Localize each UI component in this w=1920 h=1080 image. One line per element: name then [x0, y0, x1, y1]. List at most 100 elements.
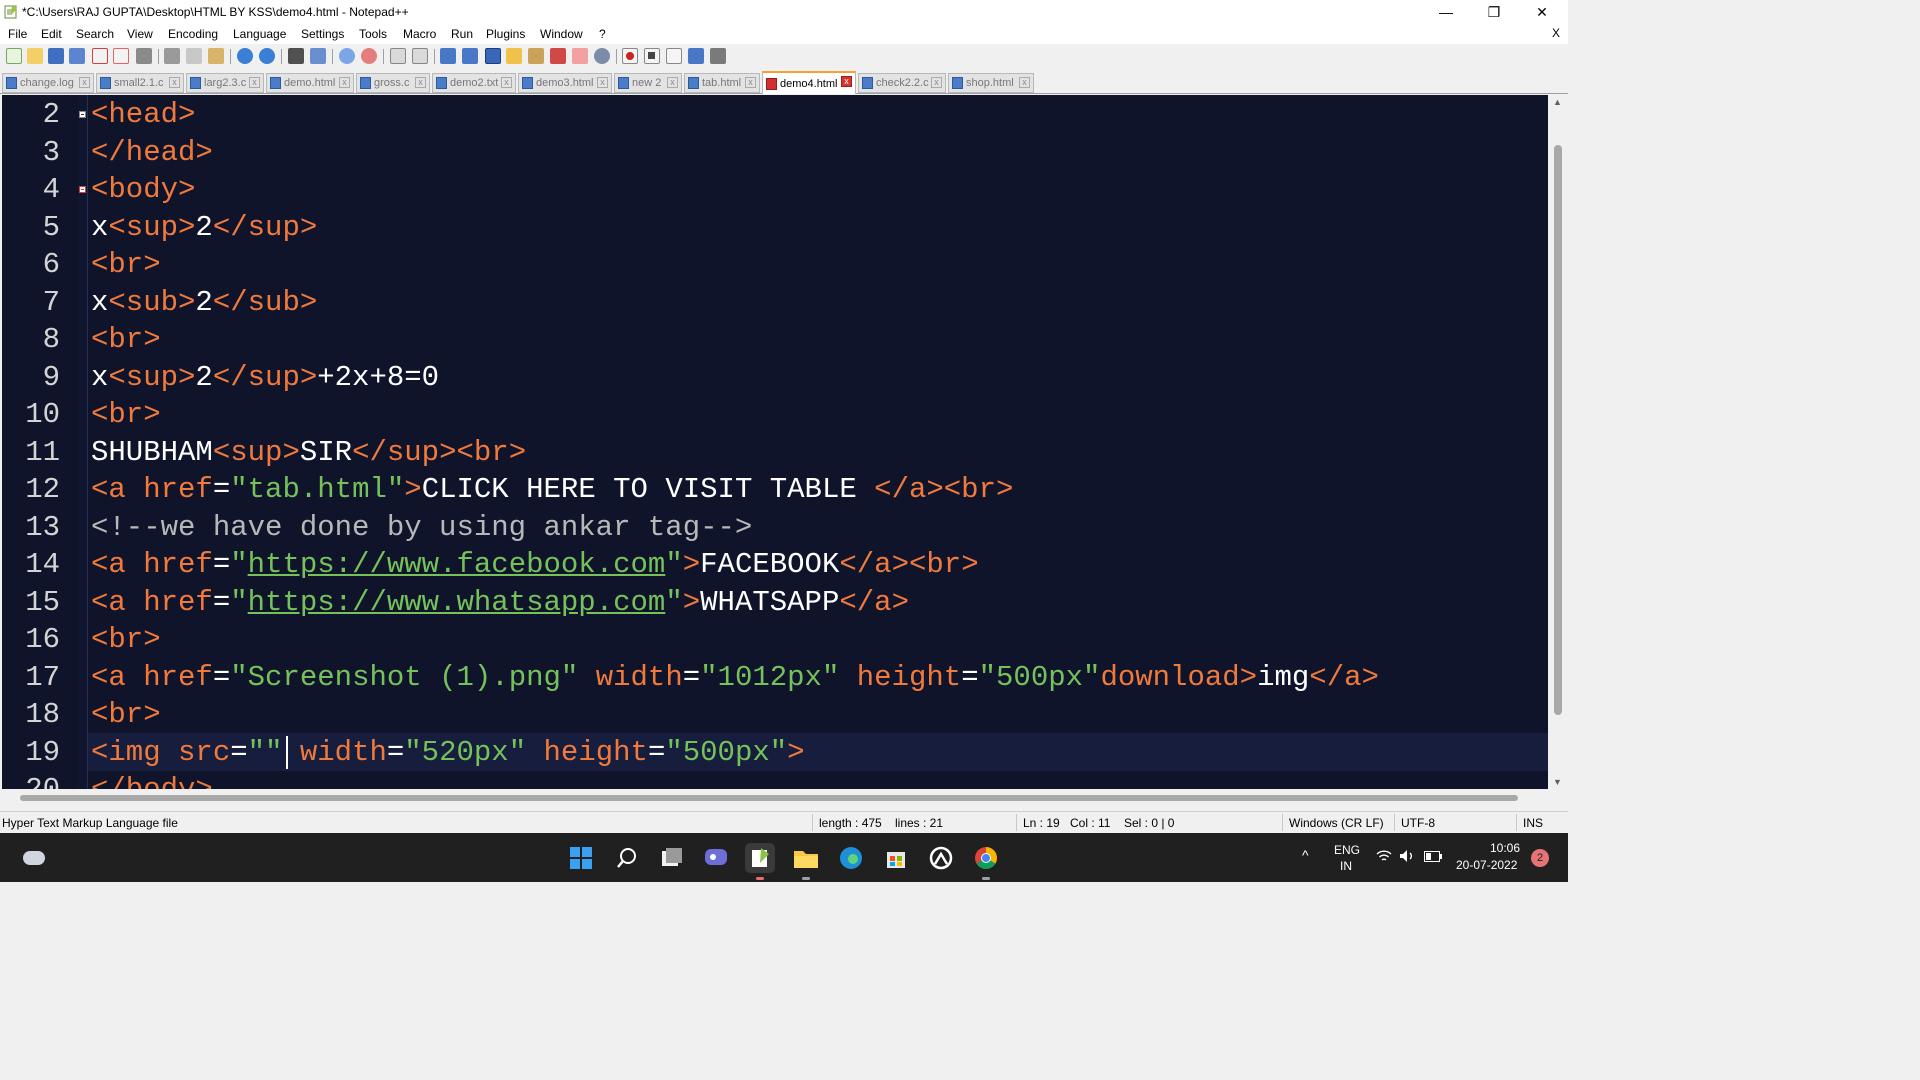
- menu-language[interactable]: Language: [233, 27, 286, 41]
- cut-icon[interactable]: [164, 48, 180, 64]
- document-map-icon[interactable]: [550, 48, 566, 64]
- maximize-button[interactable]: ❐: [1470, 0, 1518, 24]
- scroll-down-icon[interactable]: ▼: [1553, 777, 1562, 787]
- start-icon[interactable]: [566, 843, 596, 873]
- menu-edit[interactable]: Edit: [41, 27, 62, 41]
- tab-demo4-html[interactable]: demo4.html x: [762, 71, 856, 94]
- print-icon[interactable]: [136, 48, 152, 64]
- tab-close-icon[interactable]: x: [745, 77, 756, 88]
- menu-run[interactable]: Run: [451, 27, 473, 41]
- vertical-scrollbar[interactable]: ▲ ▼: [1548, 95, 1568, 789]
- code-token-url[interactable]: https://www.whatsapp.com: [248, 586, 666, 619]
- tab-close-icon[interactable]: x: [415, 77, 426, 88]
- menu-view[interactable]: View: [127, 27, 153, 41]
- vertical-scroll-thumb[interactable]: [1554, 145, 1562, 715]
- menu-help[interactable]: ?: [599, 27, 606, 41]
- tab-close-icon[interactable]: x: [667, 77, 678, 88]
- app-icon[interactable]: [926, 843, 956, 873]
- code-line[interactable]: </body>: [91, 771, 213, 789]
- code-line[interactable]: <img src="" width="520px" height="500px"…: [91, 734, 805, 772]
- code-line[interactable]: <a href="https://www.whatsapp.com">WHATS…: [91, 584, 909, 622]
- new-file-icon[interactable]: [6, 48, 22, 64]
- search-icon[interactable]: [612, 843, 642, 873]
- notification-badge[interactable]: 2: [1531, 849, 1549, 867]
- battery-icon[interactable]: [1424, 851, 1442, 865]
- fold-toggle-icon[interactable]: [79, 186, 86, 193]
- status-encoding[interactable]: UTF-8: [1401, 816, 1435, 830]
- minimize-button[interactable]: —: [1422, 0, 1470, 24]
- code-line[interactable]: x<sup>2</sup>: [91, 209, 317, 247]
- save-icon[interactable]: [48, 48, 64, 64]
- menu-plugins[interactable]: Plugins: [486, 27, 525, 41]
- menu-encoding[interactable]: Encoding: [168, 27, 218, 41]
- menu-search[interactable]: Search: [76, 27, 114, 41]
- weather-icon[interactable]: [19, 843, 49, 873]
- code-line[interactable]: x<sub>2</sub>: [91, 284, 317, 322]
- copy-icon[interactable]: [186, 48, 202, 64]
- redo-icon[interactable]: [259, 48, 275, 64]
- tab-check2-2-c[interactable]: check2.2.c x: [858, 73, 946, 93]
- tab-small2-1-c[interactable]: small2.1.c x: [96, 73, 184, 93]
- replace-icon[interactable]: [310, 48, 326, 64]
- show-all-chars-icon[interactable]: [462, 48, 478, 64]
- tab-tab-html[interactable]: tab.html x: [684, 73, 760, 93]
- code-line[interactable]: <!--we have done by using ankar tag-->: [91, 509, 752, 547]
- tab-demo3-html[interactable]: demo3.html x: [518, 73, 612, 93]
- menu-macro[interactable]: Macro: [403, 27, 436, 41]
- language-indicator-line2[interactable]: IN: [1340, 859, 1352, 873]
- code-line[interactable]: <br>: [91, 321, 161, 359]
- code-line[interactable]: </head>: [91, 134, 213, 172]
- zoom-in-icon[interactable]: [339, 48, 355, 64]
- menu-settings[interactable]: Settings: [301, 27, 344, 41]
- tab-close-icon[interactable]: x: [249, 77, 260, 88]
- menu-tools[interactable]: Tools: [359, 27, 387, 41]
- clock-time[interactable]: 10:06: [1490, 841, 1520, 855]
- tab-demo2-txt[interactable]: demo2.txt x: [432, 73, 516, 93]
- code-line[interactable]: <a href="Screenshot (1).png" width="1012…: [91, 659, 1379, 697]
- monitoring-icon[interactable]: [572, 48, 588, 64]
- status-eol[interactable]: Windows (CR LF): [1289, 816, 1384, 830]
- tab-demo-html[interactable]: demo.html x: [266, 73, 354, 93]
- sync-vertical-icon[interactable]: [390, 48, 406, 64]
- code-line[interactable]: <br>: [91, 696, 161, 734]
- tab-close-icon[interactable]: x: [841, 76, 852, 87]
- horizontal-scroll-thumb[interactable]: [20, 795, 1518, 801]
- tab-close-icon[interactable]: x: [79, 77, 90, 88]
- tab-new-2[interactable]: new 2 x: [614, 73, 682, 93]
- eye-icon[interactable]: [594, 48, 610, 64]
- code-line[interactable]: <head>: [91, 96, 195, 134]
- scroll-up-icon[interactable]: ▲: [1553, 97, 1562, 107]
- tab-change-log[interactable]: change.log x: [2, 73, 94, 93]
- close-document-button[interactable]: X: [1552, 26, 1560, 40]
- code-line[interactable]: SHUBHAM<sup>SIR</sup><br>: [91, 434, 526, 472]
- horizontal-scrollbar[interactable]: [2, 789, 1548, 807]
- play-macro-icon[interactable]: [666, 48, 682, 64]
- close-icon[interactable]: [92, 48, 108, 64]
- code-line[interactable]: x<sup>2</sup>+2x+8=0: [91, 359, 439, 397]
- open-file-icon[interactable]: [27, 48, 43, 64]
- stop-macro-icon[interactable]: [644, 48, 660, 64]
- tab-close-icon[interactable]: x: [597, 77, 608, 88]
- notepadpp-taskbar-icon[interactable]: [745, 843, 775, 880]
- folder-as-workspace-icon[interactable]: [506, 48, 522, 64]
- status-insert-mode[interactable]: INS: [1523, 816, 1543, 830]
- indent-guide-icon[interactable]: [485, 48, 501, 64]
- run-macro-multiple-icon[interactable]: [688, 48, 704, 64]
- code-line[interactable]: <a href="tab.html">CLICK HERE TO VISIT T…: [91, 471, 1013, 509]
- menu-file[interactable]: File: [8, 27, 27, 41]
- record-macro-icon[interactable]: [622, 48, 638, 64]
- microsoft-store-icon[interactable]: [881, 843, 911, 873]
- save-macro-icon[interactable]: [710, 48, 726, 64]
- code-line[interactable]: <body>: [91, 171, 195, 209]
- close-window-button[interactable]: ✕: [1518, 0, 1566, 24]
- tab-close-icon[interactable]: x: [501, 77, 512, 88]
- sync-horizontal-icon[interactable]: [412, 48, 428, 64]
- fold-margin[interactable]: [78, 95, 88, 789]
- close-all-icon[interactable]: [113, 48, 129, 64]
- tab-shop-html[interactable]: shop.html x: [948, 73, 1034, 93]
- fold-toggle-icon[interactable]: [79, 111, 86, 118]
- chat-icon[interactable]: [701, 843, 731, 873]
- edge-icon[interactable]: [836, 843, 866, 873]
- tab-gross-c[interactable]: gross.c x: [356, 73, 430, 93]
- code-line[interactable]: <a href="https://www.facebook.com">FACEB…: [91, 546, 979, 584]
